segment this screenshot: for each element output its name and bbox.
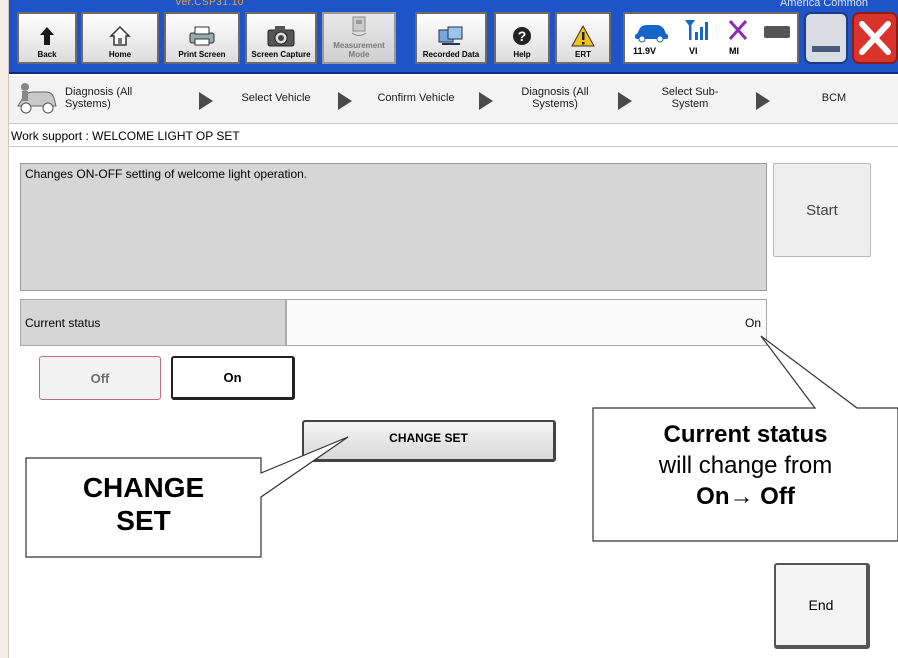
measurement-icon bbox=[348, 15, 370, 39]
help-icon: ? bbox=[511, 24, 533, 48]
recorded-data-icon bbox=[436, 24, 466, 48]
breadcrumb-item-confirm-vehicle[interactable]: Confirm Vehicle bbox=[358, 92, 474, 104]
breadcrumb-arrow-icon bbox=[618, 92, 632, 110]
vehicle-status-panel: 11.9V VI MI bbox=[623, 12, 799, 64]
breadcrumb: Diagnosis (All Systems) Select Vehicle C… bbox=[9, 76, 898, 124]
help-button[interactable]: ? Help bbox=[494, 12, 550, 64]
app-version: Ver.CSP31.10 bbox=[175, 0, 244, 8]
end-button[interactable]: End bbox=[774, 563, 870, 649]
breadcrumb-item-diagnosis-all-systems-2[interactable]: Diagnosis (All Systems) bbox=[501, 86, 609, 110]
home-icon bbox=[108, 24, 132, 48]
current-status-value: On bbox=[286, 299, 767, 346]
home-button[interactable]: Home bbox=[81, 12, 159, 64]
close-button[interactable] bbox=[852, 12, 898, 64]
off-button[interactable]: Off bbox=[39, 356, 161, 400]
car-icon bbox=[633, 20, 669, 49]
breadcrumb-item-select-vehicle[interactable]: Select Vehicle bbox=[221, 92, 331, 104]
breadcrumb-arrow-icon bbox=[199, 92, 213, 110]
warning-icon bbox=[570, 24, 596, 48]
change-set-button[interactable]: CHANGE SET bbox=[302, 420, 556, 462]
screen-capture-button[interactable]: Screen Capture bbox=[245, 12, 317, 64]
mi-status: MI bbox=[729, 46, 739, 56]
market-label: America Common bbox=[779, 0, 868, 9]
ert-button[interactable]: ERT bbox=[555, 12, 611, 64]
svg-text:?: ? bbox=[518, 28, 527, 44]
voltage-readout: 11.9V bbox=[633, 46, 657, 56]
change-set-callout-text: CHANGE SET bbox=[82, 472, 205, 536]
minimize-button[interactable] bbox=[804, 12, 848, 64]
current-status-callout-text: Current status will change from On→ Off bbox=[658, 421, 833, 510]
breadcrumb-item-bcm[interactable]: BCM bbox=[799, 92, 869, 104]
vi-status: VI bbox=[689, 46, 698, 56]
vehicle-person-icon bbox=[14, 80, 58, 123]
back-button[interactable]: Back bbox=[17, 12, 77, 64]
divider bbox=[9, 146, 898, 147]
mi-disconnected-icon bbox=[727, 18, 749, 47]
current-status-label: Current status bbox=[20, 299, 286, 346]
page-title: Work support : WELCOME LIGHT OP SET bbox=[11, 129, 240, 143]
on-button[interactable]: On bbox=[171, 356, 295, 400]
signal-icon bbox=[683, 18, 709, 47]
breadcrumb-arrow-icon bbox=[338, 92, 352, 110]
start-button[interactable]: Start bbox=[773, 163, 871, 257]
measurement-mode-button[interactable]: Measurement Mode bbox=[322, 12, 396, 64]
print-screen-button[interactable]: Print Screen bbox=[164, 12, 240, 64]
camera-icon bbox=[266, 24, 296, 48]
left-window-edge bbox=[0, 0, 9, 658]
breadcrumb-arrow-icon bbox=[479, 92, 493, 110]
breadcrumb-item-diagnosis-all-systems[interactable]: Diagnosis (All Systems) bbox=[65, 86, 165, 110]
printer-icon bbox=[187, 24, 217, 48]
close-icon bbox=[852, 12, 898, 64]
back-arrow-icon bbox=[38, 24, 56, 48]
toolbar: Ver.CSP31.10 America Common Back Home Pr… bbox=[9, 0, 898, 74]
recorded-data-button[interactable]: Recorded Data bbox=[415, 12, 487, 64]
breadcrumb-item-select-sub-system[interactable]: Select Sub-System bbox=[647, 86, 733, 110]
battery-icon bbox=[763, 22, 793, 47]
description-box: Changes ON-OFF setting of welcome light … bbox=[20, 163, 767, 291]
breadcrumb-arrow-icon bbox=[756, 92, 770, 110]
